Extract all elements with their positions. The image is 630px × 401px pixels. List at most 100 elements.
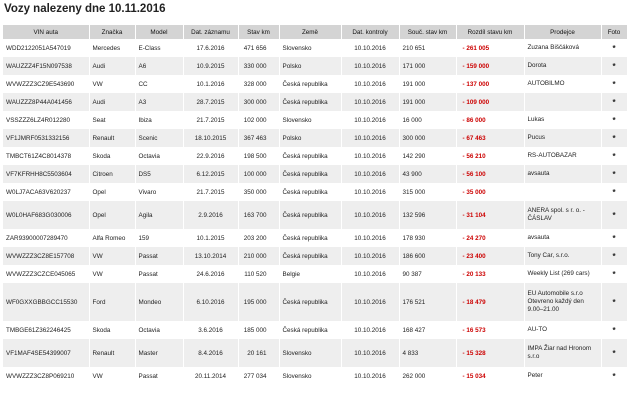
col-header-check-date: Dat. kontroly [341,25,400,39]
current-km-cell: 186 600 [399,247,457,265]
seller-cell: Tony Car, s.r.o. [524,247,602,265]
header-row: VIN auta Značka Model Dat. záznamu Stav … [3,25,628,39]
current-km-cell: 191 000 [399,93,457,111]
photo-link[interactable]: * [601,247,628,265]
km-cell: 277 034 [238,367,280,385]
record-date-cell: 3.6.2016 [183,321,239,339]
km-difference-cell: - 67 463 [456,129,525,147]
check-date-cell: 10.10.2016 [341,93,400,111]
seller-cell: avsauta [524,165,602,183]
table-row: ZAR93900007289470 Alfa Romeo 159 10.1.2015 2… [3,229,628,247]
km-difference-cell: - 16 573 [456,321,525,339]
photo-link[interactable]: * [601,147,628,165]
record-date-cell: 18.10.2015 [183,129,239,147]
seller-cell: Pucus [524,129,602,147]
model-cell: Octavia [135,321,184,339]
current-km-cell: 262 000 [399,367,457,385]
km-difference-cell: - 31 104 [456,201,525,229]
vin-cell: W0L0HAF683G030006 [3,201,90,229]
photo-link[interactable]: * [601,265,628,283]
brand-cell: Skoda [89,321,136,339]
record-date-cell: 28.7.2015 [183,93,239,111]
table-row: WVWZZZ3CZCE045065 VW Passat 24.6.2016 110 52… [3,265,628,283]
vin-cell: VF1JMRF0531332156 [3,129,90,147]
brand-cell: VW [89,265,136,283]
current-km-cell: 178 930 [399,229,457,247]
km-difference-cell: - 24 270 [456,229,525,247]
current-km-cell: 171 000 [399,57,457,75]
photo-link[interactable]: * [601,283,628,321]
check-date-cell: 10.10.2016 [341,183,400,201]
km-difference-cell: - 20 133 [456,265,525,283]
record-date-cell: 6.10.2016 [183,283,239,321]
seller-cell: ANERA spol. s r. o. - ČÁSLAV [524,201,602,229]
record-date-cell: 8.4.2016 [183,339,239,367]
km-cell: 102 000 [238,111,280,129]
model-cell: Passat [135,265,184,283]
table-row: TMBGE61Z362246425 Skoda Octavia 3.6.2016 185… [3,321,628,339]
photo-link[interactable]: * [601,57,628,75]
record-date-cell: 21.7.2015 [183,183,239,201]
page-title: Vozy nalezeny dne 10.11.2016 [4,3,166,15]
km-cell: 163 700 [238,201,280,229]
photo-link[interactable]: * [601,183,628,201]
photo-link[interactable]: * [601,39,628,57]
check-date-cell: 10.10.2016 [341,321,400,339]
vin-cell: WAUZZZ4F15N097538 [3,57,90,75]
brand-cell: Alfa Romeo [89,229,136,247]
vin-cell: WF0GXXGBBGCC15530 [3,283,90,321]
page: Vozy nalezeny dne 10.11.2016 VIN auta Zn… [0,0,630,401]
model-cell: E-Class [135,39,184,57]
country-cell: Polsko [279,129,342,147]
photo-link[interactable]: * [601,111,628,129]
photo-link[interactable]: * [601,165,628,183]
km-difference-cell: - 35 000 [456,183,525,201]
model-cell: Ibiza [135,111,184,129]
record-date-cell: 17.6.2016 [183,39,239,57]
model-cell: Octavia [135,147,184,165]
table-row: WVWZZZ3CZ9E543690 VW CC 10.1.2016 328 000 Čes… [3,75,628,93]
photo-link[interactable]: * [601,339,628,367]
km-cell: 198 500 [238,147,280,165]
country-cell: Česká republika [279,75,342,93]
vin-cell: VSSZZZ6LZ4R012280 [3,111,90,129]
check-date-cell: 10.10.2016 [341,283,400,321]
table-row: VF7KFRHH8C5503604 Citroen DS5 6.12.2015 100 … [3,165,628,183]
check-date-cell: 10.10.2016 [341,265,400,283]
record-date-cell: 6.12.2015 [183,165,239,183]
km-difference-cell: - 56 100 [456,165,525,183]
record-date-cell: 13.10.2014 [183,247,239,265]
photo-link[interactable]: * [601,75,628,93]
vin-cell: WAUZZZ8P44A041456 [3,93,90,111]
country-cell: Polsko [279,57,342,75]
seller-cell [524,93,602,111]
check-date-cell: 10.10.2016 [341,165,400,183]
record-date-cell: 10.1.2015 [183,229,239,247]
country-cell: Slovensko [279,339,342,367]
km-difference-cell: - 261 005 [456,39,525,57]
record-date-cell: 22.9.2016 [183,147,239,165]
km-difference-cell: - 159 000 [456,57,525,75]
photo-link[interactable]: * [601,321,628,339]
check-date-cell: 10.10.2016 [341,229,400,247]
photo-link[interactable]: * [601,229,628,247]
seller-cell: avsauta [524,229,602,247]
photo-link[interactable]: * [601,201,628,229]
vin-cell: VF7KFRHH8C5503604 [3,165,90,183]
country-cell: Česká republika [279,229,342,247]
table-row: W0LJ7ACA63V620237 Opel Vivaro 21.7.2015 350 … [3,183,628,201]
current-km-cell: 315 000 [399,183,457,201]
km-cell: 185 000 [238,321,280,339]
vin-cell: TMBGE61Z362246425 [3,321,90,339]
model-cell: A3 [135,93,184,111]
country-cell: Česká republika [279,321,342,339]
table-row: WVWZZZ3CZ8E157708 VW Passat 13.10.2014 210 0… [3,247,628,265]
photo-link[interactable]: * [601,129,628,147]
seller-cell: RS-AUTOBAZAR [524,147,602,165]
km-difference-cell: - 56 210 [456,147,525,165]
km-difference-cell: - 18 479 [456,283,525,321]
photo-link[interactable]: * [601,367,628,385]
km-difference-cell: - 15 328 [456,339,525,367]
photo-link[interactable]: * [601,93,628,111]
model-cell: Mondeo [135,283,184,321]
